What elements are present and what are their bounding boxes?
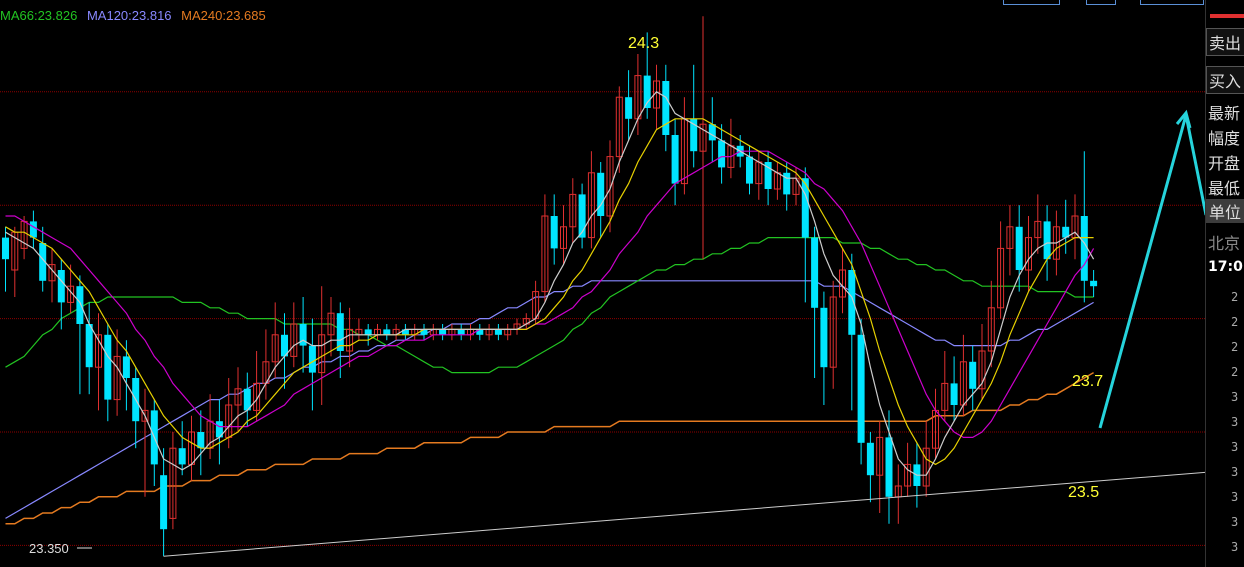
candle-down xyxy=(597,172,605,216)
tick-row: 2 xyxy=(1231,365,1239,379)
candle-down xyxy=(625,97,633,119)
candle-down xyxy=(197,432,205,449)
candle-down xyxy=(1015,226,1023,270)
candlestick-chart[interactable]: 24.3 23.7 23.5 23.350 xyxy=(0,0,1205,567)
candle-down xyxy=(820,307,828,368)
tab-sell[interactable]: 卖出 xyxy=(1206,28,1244,56)
candle-down xyxy=(383,329,391,335)
tab-buy[interactable]: 买入 xyxy=(1206,66,1244,94)
candle-down xyxy=(494,329,502,335)
candles xyxy=(2,16,1098,557)
label-latest: 最新 xyxy=(1208,104,1241,123)
candle-down xyxy=(29,221,37,238)
candle-down xyxy=(1090,280,1098,287)
tick-row: 3 xyxy=(1231,515,1239,529)
ma120-polyline xyxy=(5,280,1094,519)
annotation-23-5: 23.5 xyxy=(1068,484,1099,501)
candle-down xyxy=(783,172,791,195)
tick-row: 3 xyxy=(1231,540,1239,554)
tick-row: 2 xyxy=(1231,340,1239,354)
location-label: 北京 xyxy=(1208,234,1241,253)
grid-lines xyxy=(0,91,1205,546)
hand-drawn-arrows xyxy=(1098,109,1205,429)
tick-row: 3 xyxy=(1231,415,1239,429)
price-line xyxy=(5,91,1095,476)
candle-down xyxy=(885,437,893,497)
candle-down xyxy=(671,135,679,184)
annotation-23-7: 23.7 xyxy=(1072,373,1103,390)
tick-row: 2 xyxy=(1231,290,1239,304)
candle-down xyxy=(364,329,372,335)
candle-down xyxy=(718,140,726,168)
tick-row: 2 xyxy=(1231,315,1239,329)
ma240-polyline xyxy=(5,371,1094,525)
candle-down xyxy=(866,442,874,476)
ma120-line xyxy=(5,280,1094,519)
candle-down xyxy=(76,286,84,324)
candle-down xyxy=(969,361,977,389)
time-label: 17:0 xyxy=(1208,259,1243,275)
candle-down xyxy=(662,81,670,135)
legend-ma120: MA120:23.816 xyxy=(86,8,172,23)
candle-down xyxy=(1043,221,1051,260)
legend-ma66: MA66:23.826 xyxy=(0,8,78,23)
candle-down xyxy=(950,383,958,405)
candle-down xyxy=(308,345,316,373)
candle-down xyxy=(122,356,130,378)
label-low: 最低 xyxy=(1208,179,1241,198)
ma66-polyline xyxy=(5,237,1094,374)
candle-down xyxy=(2,237,9,260)
label-range: 幅度 xyxy=(1208,129,1241,148)
label-open: 开盘 xyxy=(1208,154,1241,173)
red-indicator-bar xyxy=(1210,14,1244,18)
legend-ma240: MA240:23.685 xyxy=(181,8,266,23)
candle-down xyxy=(857,334,865,443)
tick-row: 3 xyxy=(1231,390,1239,404)
candle-down xyxy=(57,270,65,303)
trendline-segment xyxy=(163,471,1205,557)
ma240-line xyxy=(5,371,1094,525)
low-price-label: 23.350 xyxy=(29,541,69,556)
tick-row: 3 xyxy=(1231,490,1239,504)
annotation-24-3: 24.3 xyxy=(628,35,659,52)
candle-down xyxy=(550,216,558,249)
label-unit[interactable]: 单位 xyxy=(1206,199,1244,223)
candle-down xyxy=(811,237,819,308)
tick-row: 3 xyxy=(1231,440,1239,454)
candle-down xyxy=(85,324,93,368)
tick-row: 3 xyxy=(1231,465,1239,479)
candle-down xyxy=(299,324,307,346)
candle-down xyxy=(457,329,465,335)
candle-down xyxy=(439,329,447,335)
candle-down xyxy=(160,475,168,530)
price-polyline xyxy=(5,91,1095,476)
candle-down xyxy=(708,124,716,141)
ma-legend: MA66:23.826 MA120:23.816 MA240:23.685 xyxy=(0,8,272,23)
ma66-line xyxy=(5,237,1094,374)
candle-down xyxy=(178,448,186,465)
candle-down xyxy=(104,334,112,400)
support-trendline xyxy=(163,471,1205,557)
right-quote-panel: 卖出 买入 最新 幅度 开盘 最低 单位 北京 17:0 2 2 2 2 3 3… xyxy=(1205,0,1244,567)
candle-down xyxy=(746,156,753,184)
